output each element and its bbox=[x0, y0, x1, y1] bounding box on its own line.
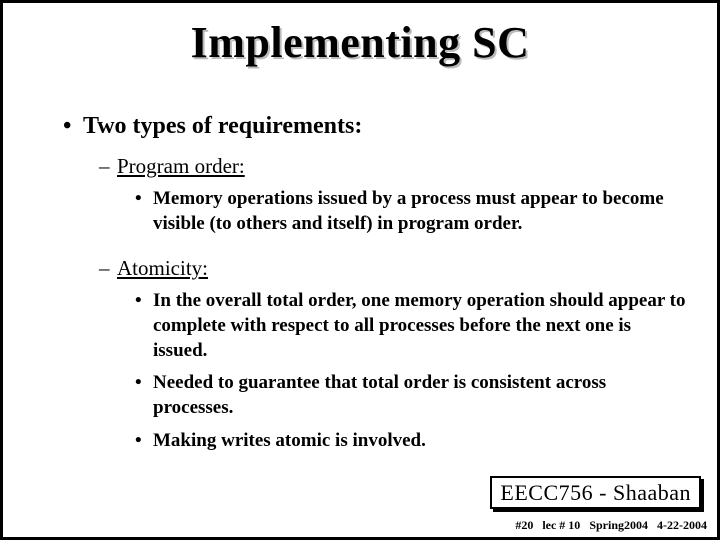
footer-course: EECC756 - Shaaban bbox=[490, 476, 701, 509]
slide-title: Implementing SC bbox=[3, 17, 717, 68]
section-label: –Atomicity: bbox=[99, 256, 687, 281]
footer-meta: #20 lec # 10 Spring2004 4-22-2004 bbox=[509, 518, 707, 533]
dash-icon: – bbox=[99, 154, 117, 179]
list-item: In the overall total order, one memory o… bbox=[135, 289, 687, 363]
list-item: Needed to guarantee that total order is … bbox=[135, 371, 687, 420]
slide-content: •Two types of requirements: –Program ord… bbox=[63, 113, 687, 474]
intro-text: Two types of requirements: bbox=[83, 113, 362, 139]
intro-bullet: •Two types of requirements: bbox=[63, 113, 687, 140]
list-item: Making writes atomic is involved. bbox=[135, 429, 687, 454]
dash-icon: – bbox=[99, 256, 117, 281]
footer-lec-no: lec # 10 bbox=[542, 518, 580, 532]
footer-slide-no: #20 bbox=[515, 518, 533, 532]
bullet-icon: • bbox=[63, 113, 83, 140]
section-label-text: Atomicity: bbox=[117, 256, 208, 280]
slide: Implementing SC •Two types of requiremen… bbox=[0, 0, 720, 540]
footer-term: Spring2004 bbox=[589, 518, 648, 532]
section-label: –Program order: bbox=[99, 154, 687, 179]
section-label-text: Program order: bbox=[117, 154, 245, 178]
footer-date: 4-22-2004 bbox=[657, 518, 707, 532]
section-atomicity: –Atomicity: In the overall total order, … bbox=[99, 256, 687, 453]
section-items: Memory operations issued by a process mu… bbox=[135, 187, 687, 236]
list-item: Memory operations issued by a process mu… bbox=[135, 187, 687, 236]
section-items: In the overall total order, one memory o… bbox=[135, 289, 687, 453]
section-program-order: –Program order: Memory operations issued… bbox=[99, 154, 687, 236]
